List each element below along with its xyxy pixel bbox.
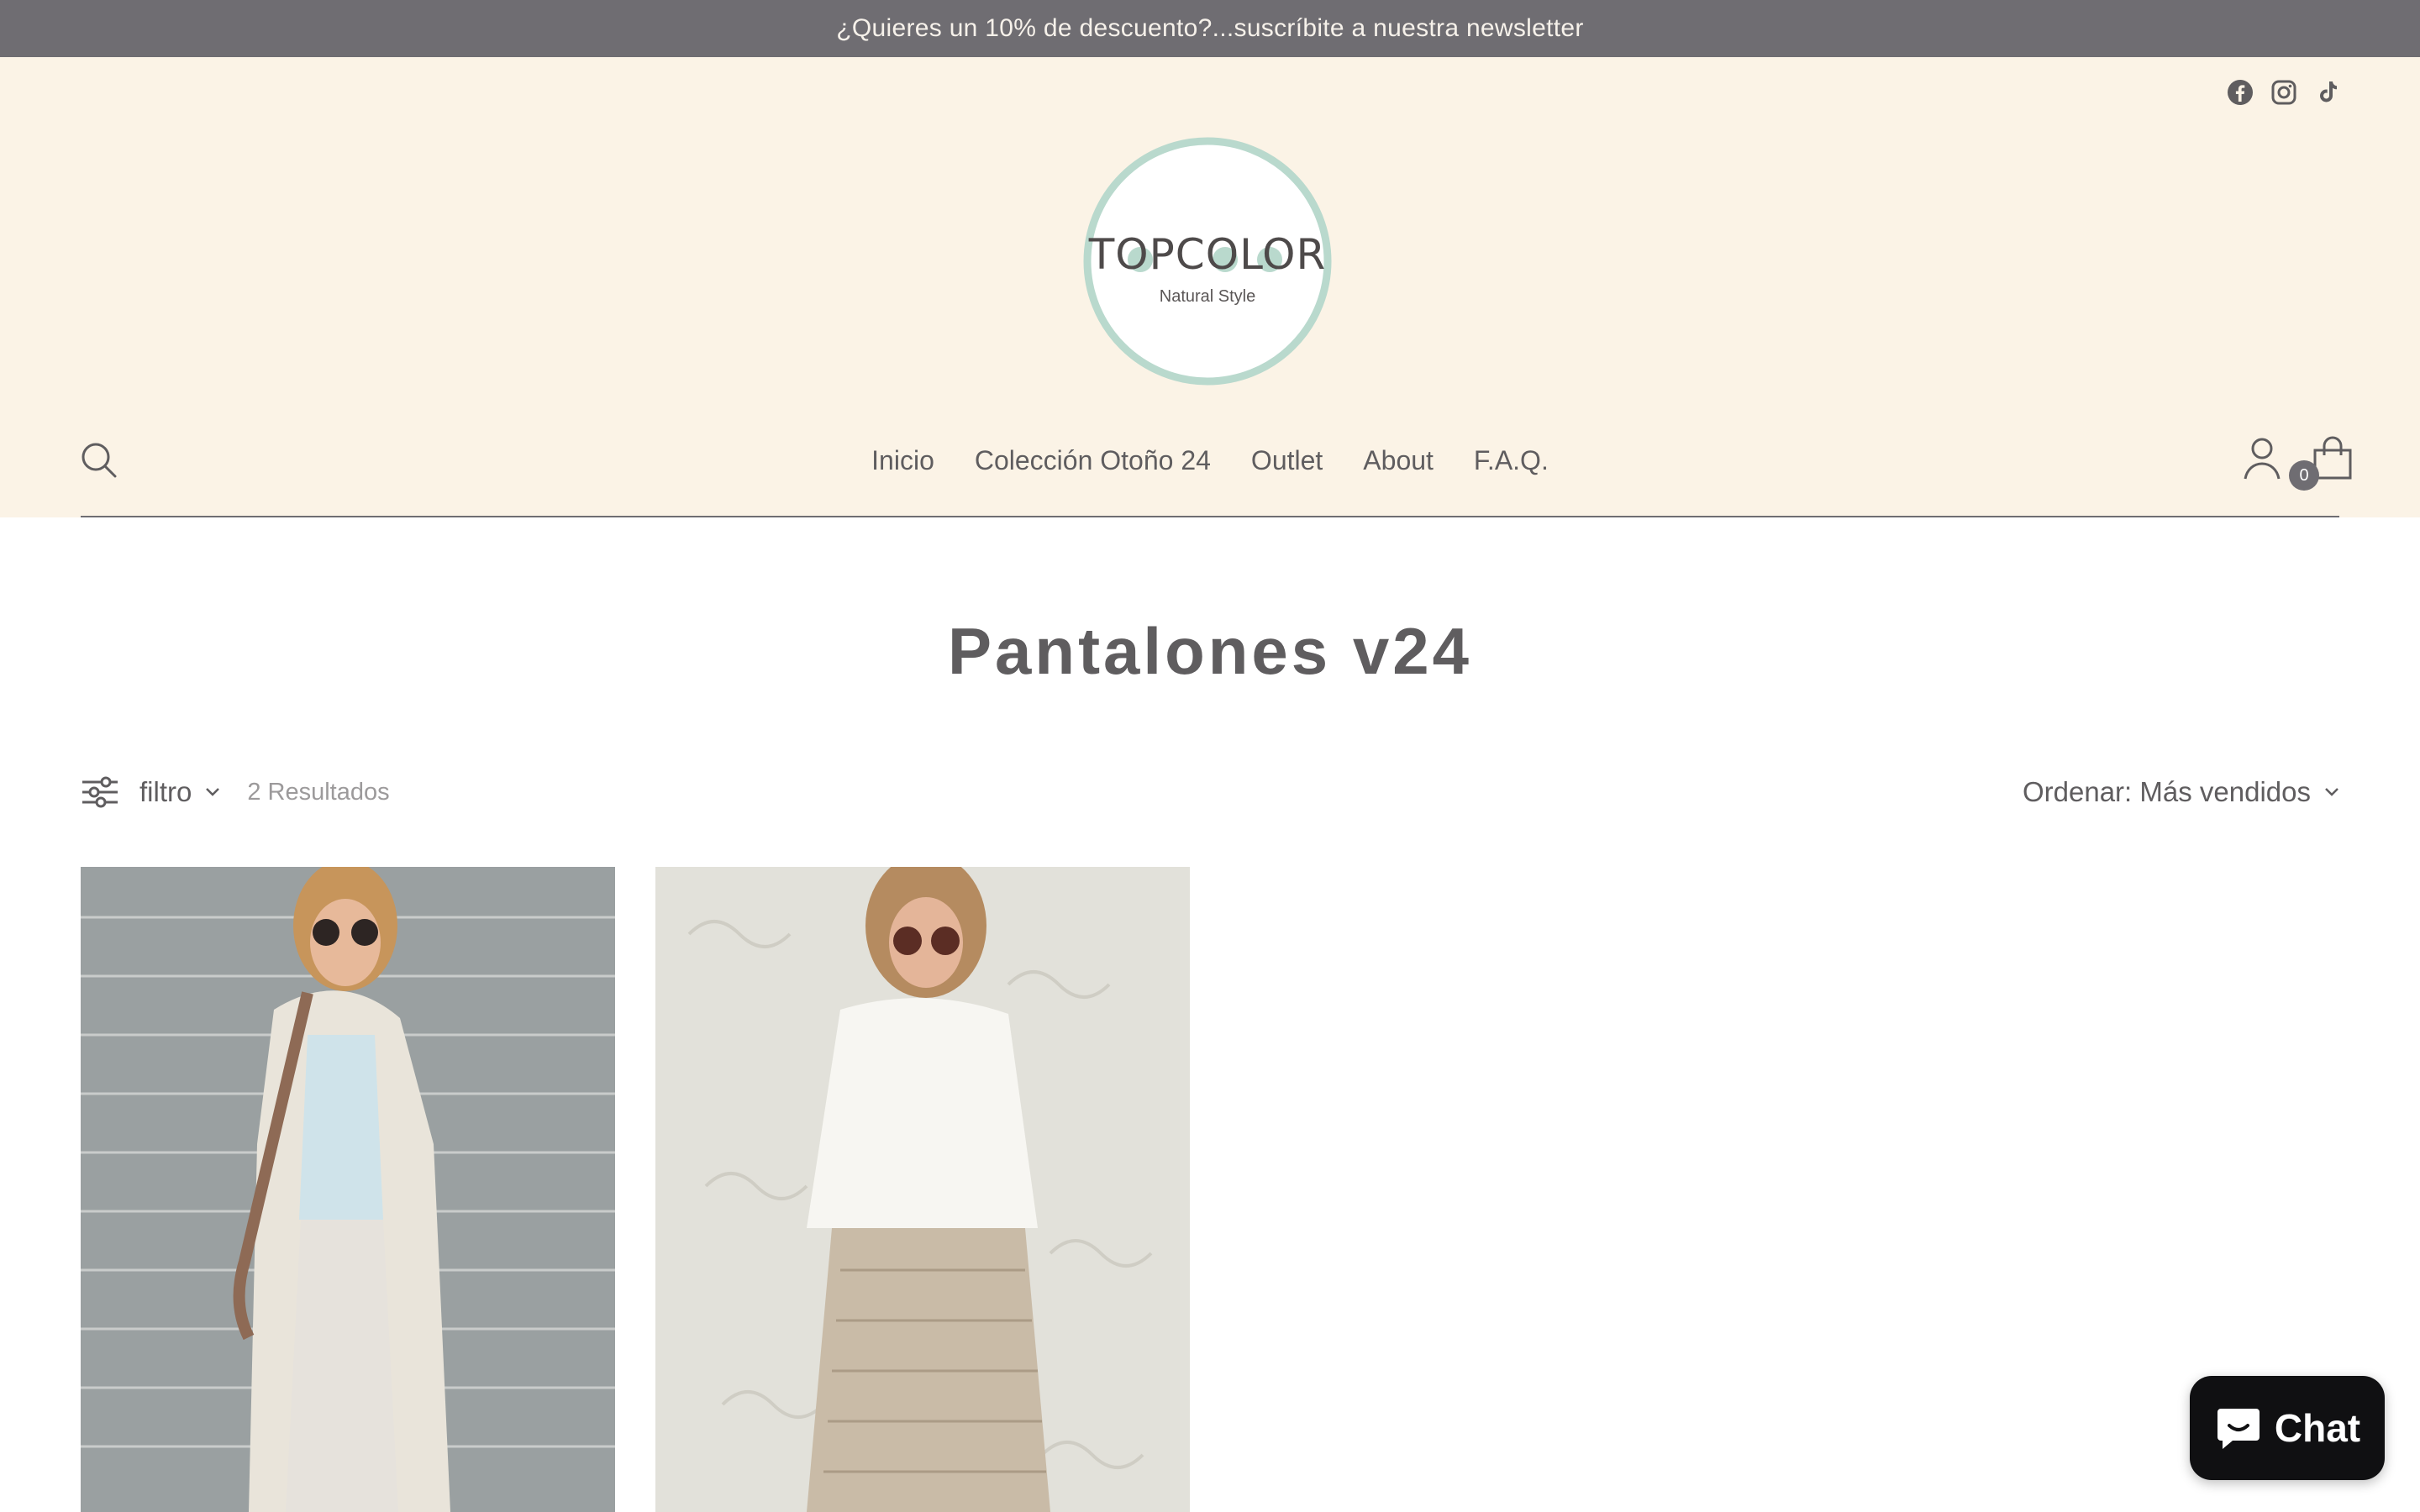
nav-item-outlet[interactable]: Outlet <box>1251 445 1323 476</box>
instagram-icon[interactable] <box>2270 79 2297 106</box>
chat-bubble-icon <box>2217 1409 2260 1449</box>
social-links <box>2227 79 2341 106</box>
filter-sliders-icon <box>82 776 118 808</box>
nav-item-about[interactable]: About <box>1363 445 1434 476</box>
chevron-down-icon <box>2325 788 2338 796</box>
nav-item-coleccion-otono-24[interactable]: Colección Otoño 24 <box>975 445 1211 476</box>
tiktok-icon[interactable] <box>2314 79 2341 106</box>
product-card[interactable] <box>655 867 1190 1512</box>
logo-wordmark: TOPCOLOR <box>1088 230 1327 279</box>
facebook-icon[interactable] <box>2227 79 2254 106</box>
sort-dropdown[interactable]: Ordenar: Más vendidos <box>2023 771 2339 813</box>
store-logo[interactable]: TOPCOLOR Natural Style <box>1082 136 1333 386</box>
cart-count-badge: 0 <box>2289 460 2319 491</box>
page-title: Pantalones v24 <box>948 614 1472 688</box>
results-count: 2 Resultados <box>247 778 390 806</box>
chat-button[interactable]: Chat <box>2190 1376 2385 1480</box>
product-image[interactable] <box>81 867 615 1512</box>
logo-tagline: Natural Style <box>1159 287 1256 306</box>
filter-label[interactable]: filtro <box>139 776 192 808</box>
header-divider <box>81 516 2339 517</box>
filter-toggle[interactable]: filtro 2 Resultados <box>81 771 390 813</box>
sort-label[interactable]: Ordenar: Más vendidos <box>2023 776 2311 808</box>
announcement-bar[interactable]: ¿Quieres un 10% de descuento?...suscríbi… <box>0 0 2420 57</box>
chevron-down-icon <box>206 788 220 796</box>
announcement-text[interactable]: ¿Quieres un 10% de descuento?...suscríbi… <box>836 14 1583 43</box>
nav-item-faq[interactable]: F.A.Q. <box>1474 445 1549 476</box>
account-button[interactable] <box>2244 437 2281 480</box>
main-nav: Inicio Colección Otoño 24 Outlet About F… <box>0 437 2420 484</box>
chat-label[interactable]: Chat <box>2275 1405 2360 1451</box>
product-card[interactable] <box>81 867 615 1512</box>
user-icon <box>2244 438 2281 480</box>
product-image[interactable] <box>655 867 1190 1512</box>
nav-item-inicio[interactable]: Inicio <box>871 445 934 476</box>
